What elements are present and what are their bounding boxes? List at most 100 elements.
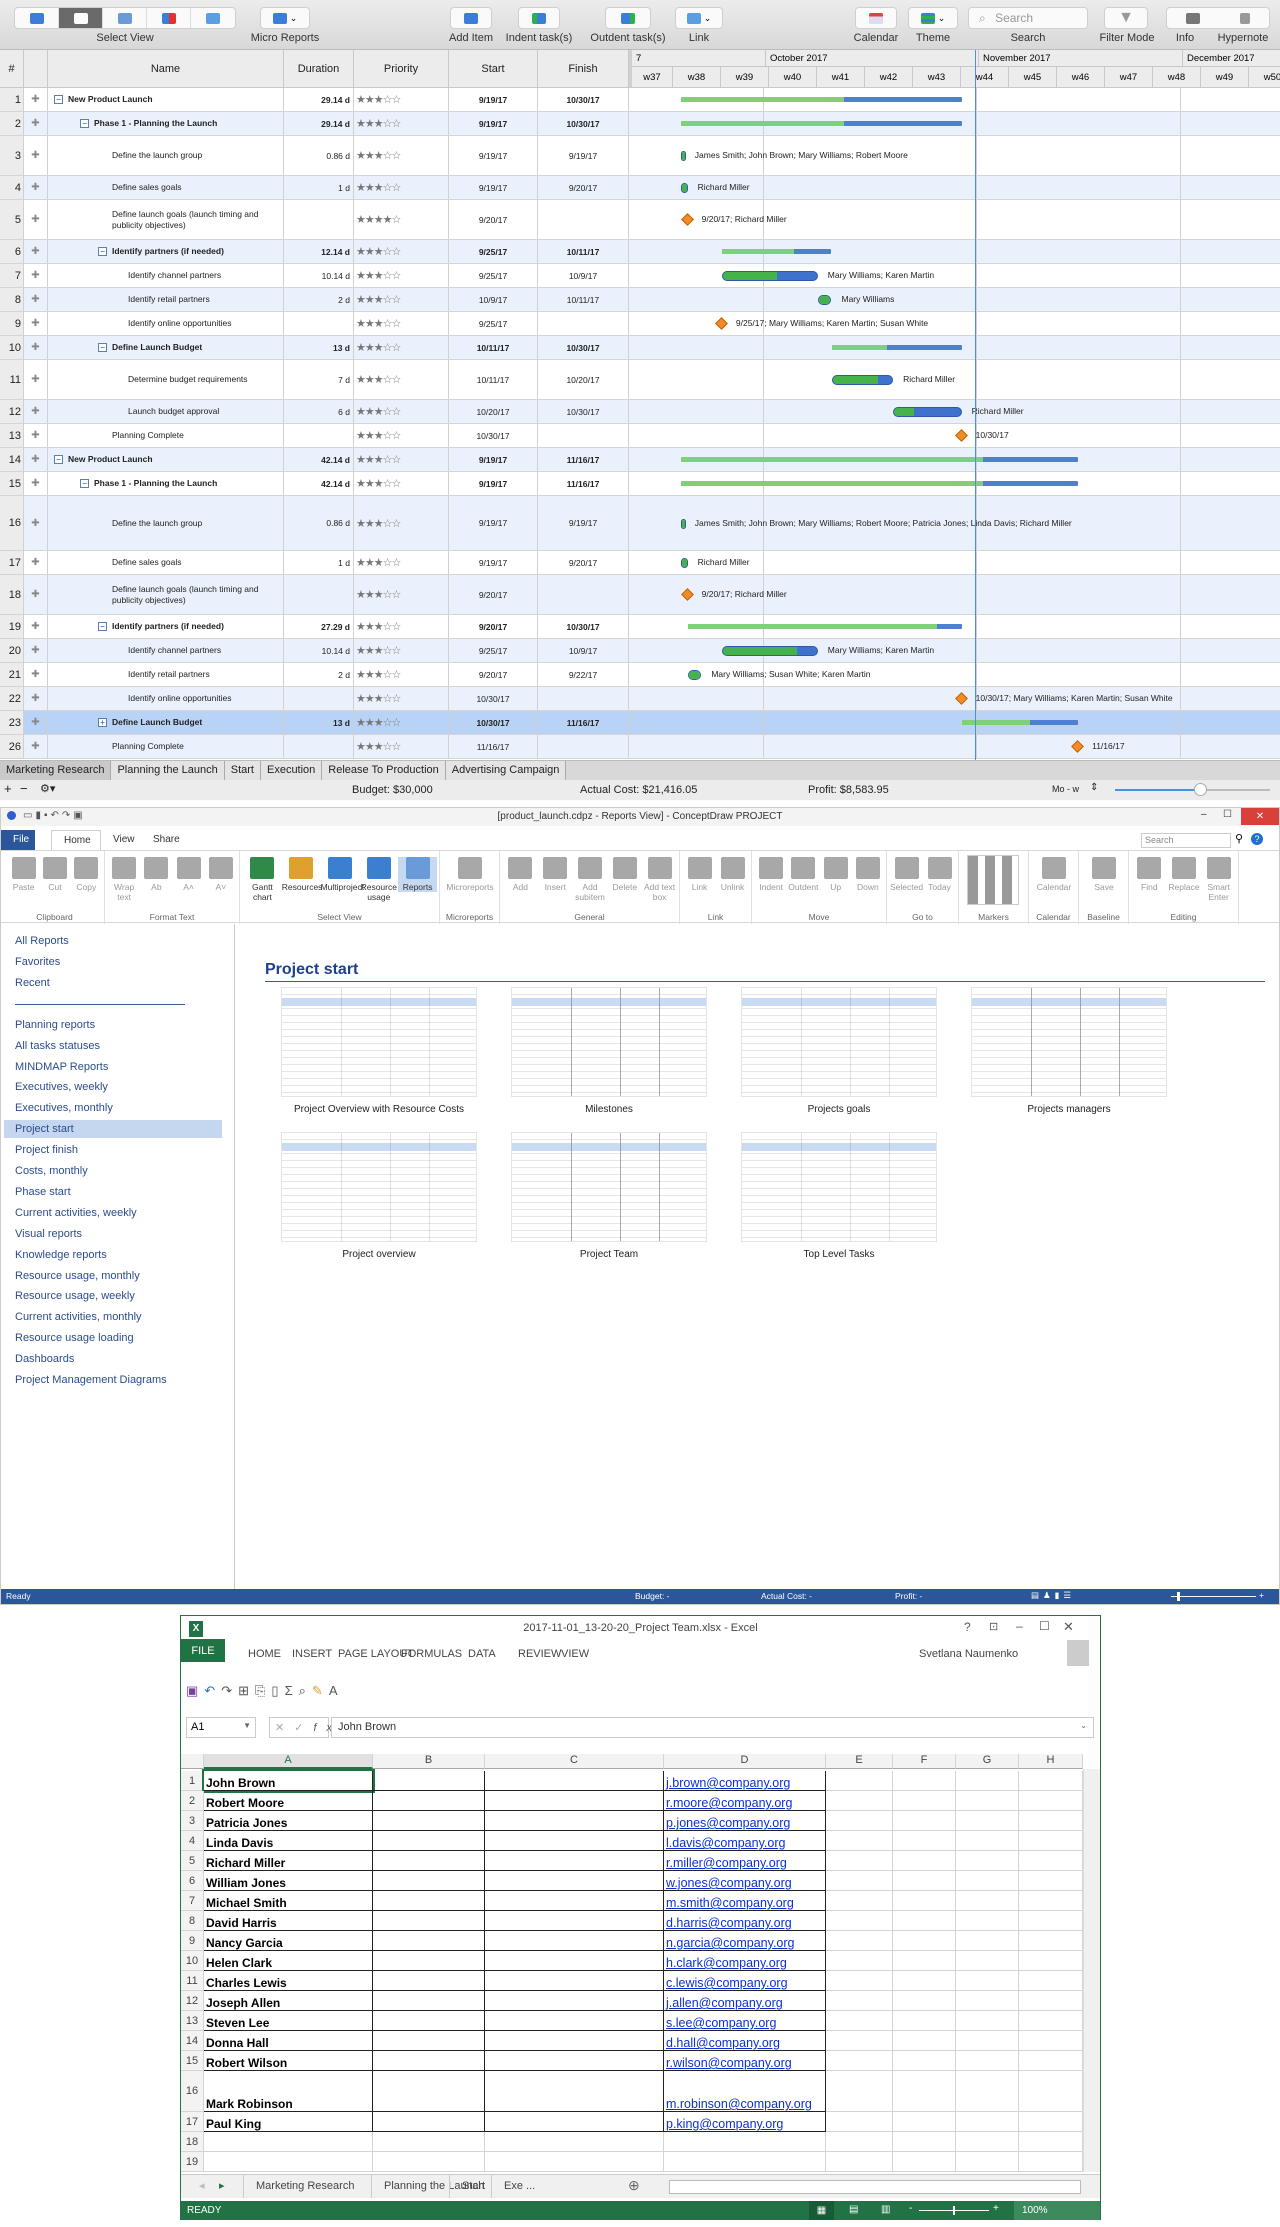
report-thumbnail[interactable]	[281, 987, 477, 1097]
menu-home[interactable]: HOME	[248, 1648, 281, 1660]
ribbon-button-multiproject[interactable]: Multiproject	[321, 857, 364, 892]
cell-A11[interactable]: Charles Lewis	[204, 1971, 373, 1991]
sidebar-item[interactable]: Planning reports	[15, 1016, 233, 1034]
duration-cell[interactable]: 2 d	[284, 288, 354, 311]
column-header-A[interactable]: A	[204, 1754, 373, 1769]
row-action-icon[interactable]: ✚	[24, 264, 48, 287]
cell-D17[interactable]: p.king@company.org	[664, 2112, 826, 2132]
vertical-scrollbar[interactable]	[1083, 1769, 1100, 2172]
sidebar-item[interactable]: Knowledge reports	[15, 1246, 233, 1264]
duration-cell[interactable]: 13 d	[284, 336, 354, 359]
cell-C7[interactable]	[485, 1891, 664, 1911]
sidebar-item[interactable]: Project finish	[15, 1141, 233, 1159]
row-header[interactable]: 13	[181, 2011, 204, 2031]
view-resources-button[interactable]	[103, 8, 147, 28]
undo-icon[interactable]: ↶	[204, 1683, 221, 1698]
task-name-cell[interactable]: Define sales goals	[48, 551, 284, 574]
start-cell[interactable]: 9/19/17	[449, 136, 538, 175]
cell-H8[interactable]	[1019, 1911, 1083, 1931]
column-header-B[interactable]: B	[373, 1754, 485, 1769]
menu-review[interactable]: REVIEW	[518, 1648, 561, 1660]
report-caption[interactable]: Milestones	[489, 1104, 729, 1115]
cell-B10[interactable]	[373, 1951, 485, 1971]
cell-F14[interactable]	[893, 2031, 956, 2051]
sidebar-item[interactable]: Dashboards	[15, 1350, 233, 1368]
row-header[interactable]: 9	[181, 1931, 204, 1951]
cell-F3[interactable]	[893, 1811, 956, 1831]
task-name-cell[interactable]: Planning Complete	[48, 735, 284, 758]
ribbon-button-outdent[interactable]: Outdent	[787, 857, 819, 892]
task-row[interactable]: 17 ✚ Define sales goals 1 d ★★★☆☆ 9/19/17 9/20…	[0, 551, 1280, 575]
cell-C12[interactable]	[485, 1991, 664, 2011]
sidebar-item[interactable]: Costs, monthly	[15, 1162, 233, 1180]
report-caption[interactable]: Project Overview with Resource Costs	[259, 1104, 499, 1115]
email-link[interactable]: n.garcia@company.org	[666, 1936, 795, 1950]
cell-H5[interactable]	[1019, 1851, 1083, 1871]
cell-D3[interactable]: p.jones@company.org	[664, 1811, 826, 1831]
cell-E11[interactable]	[826, 1971, 893, 1991]
task-row[interactable]: 18 ✚ Define launch goals (launch timing an…	[0, 575, 1280, 615]
cell-A19[interactable]	[204, 2152, 373, 2172]
cell-C11[interactable]	[485, 1971, 664, 1991]
cell-E16[interactable]	[826, 2071, 893, 2112]
row-action-icon[interactable]: ✚	[24, 575, 48, 614]
task-name-cell[interactable]: Identify online opportunities	[48, 312, 284, 335]
ribbon-button-a-[interactable]: A˄	[173, 857, 205, 892]
start-cell[interactable]: 9/19/17	[449, 551, 538, 574]
task-name-cell[interactable]: Launch budget approval	[48, 400, 284, 423]
finish-cell[interactable]: 9/20/17	[538, 176, 629, 199]
duration-cell[interactable]	[284, 735, 354, 758]
cell-E13[interactable]	[826, 2011, 893, 2031]
cell-D9[interactable]: n.garcia@company.org	[664, 1931, 826, 1951]
column-header-D[interactable]: D	[664, 1754, 826, 1769]
row-action-icon[interactable]: ✚	[24, 288, 48, 311]
priority-stars[interactable]: ★★★☆☆	[354, 336, 449, 359]
formula-buttons[interactable]: ✕✓fx	[269, 1717, 332, 1738]
ribbon-button-find[interactable]: Find	[1132, 857, 1167, 892]
cell-E3[interactable]	[826, 1811, 893, 1831]
row-header[interactable]: 17	[181, 2112, 204, 2132]
ribbon-button-save[interactable]: Save	[1082, 857, 1126, 892]
sidebar-item[interactable]: All tasks statuses	[15, 1037, 233, 1055]
cell-G1[interactable]	[956, 1771, 1019, 1791]
start-cell[interactable]: 9/25/17	[449, 240, 538, 263]
task-row[interactable]: 2 ✚ − Phase 1 - Planning the Launch 29.14 d ★…	[0, 112, 1280, 136]
info-hypernote-group[interactable]	[1166, 7, 1270, 29]
cell-C18[interactable]	[485, 2132, 664, 2152]
finish-cell[interactable]	[538, 200, 629, 239]
task-name-cell[interactable]: − Phase 1 - Planning the Launch	[48, 112, 284, 135]
row-action-icon[interactable]: ✚	[24, 663, 48, 686]
row-action-icon[interactable]: ✚	[24, 496, 48, 550]
sheet-tab[interactable]: Release To Production	[322, 761, 446, 780]
cell-A16[interactable]: Mark Robinson	[204, 2071, 373, 2112]
add-task-button[interactable]: +	[4, 781, 12, 796]
task-name-cell[interactable]: Define launch goals (launch timing and p…	[48, 200, 284, 239]
start-cell[interactable]: 10/9/17	[449, 288, 538, 311]
cell-B18[interactable]	[373, 2132, 485, 2152]
row-action-icon[interactable]: ✚	[24, 615, 48, 638]
ribbon-button-copy[interactable]: Copy	[71, 857, 102, 892]
priority-stars[interactable]: ★★★☆☆	[354, 575, 449, 614]
start-cell[interactable]: 9/19/17	[449, 472, 538, 495]
row-action-icon[interactable]: ✚	[24, 336, 48, 359]
zoom-slider-knob[interactable]	[953, 2206, 955, 2215]
row-header[interactable]: 16	[181, 2071, 204, 2112]
ribbon-button-insert[interactable]: Insert	[538, 857, 573, 892]
collapse-toggle-icon[interactable]: −	[98, 247, 107, 256]
scale-select[interactable]: Mo - w	[1052, 784, 1079, 794]
print-preview-icon[interactable]: ⌕	[299, 1683, 312, 1698]
zoom-slider-knob[interactable]	[1194, 783, 1208, 796]
email-link[interactable]: j.allen@company.org	[666, 1996, 783, 2010]
cell-E9[interactable]	[826, 1931, 893, 1951]
menu-formulas[interactable]: FORMULAS	[401, 1648, 462, 1660]
finish-cell[interactable]	[538, 687, 629, 710]
name-box[interactable]: A1 ▼	[186, 1717, 256, 1738]
cell-A14[interactable]: Donna Hall	[204, 2031, 373, 2051]
duration-cell[interactable]: 1 d	[284, 176, 354, 199]
cell-C17[interactable]	[485, 2112, 664, 2132]
report-caption[interactable]: Project overview	[259, 1249, 499, 1260]
ribbon-button-add[interactable]: Add	[503, 857, 538, 892]
cell-C3[interactable]	[485, 1811, 664, 1831]
task-row[interactable]: 21 ✚ Identify retail partners 2 d ★★★☆☆ 9/20/…	[0, 663, 1280, 687]
priority-stars[interactable]: ★★★☆☆	[354, 312, 449, 335]
